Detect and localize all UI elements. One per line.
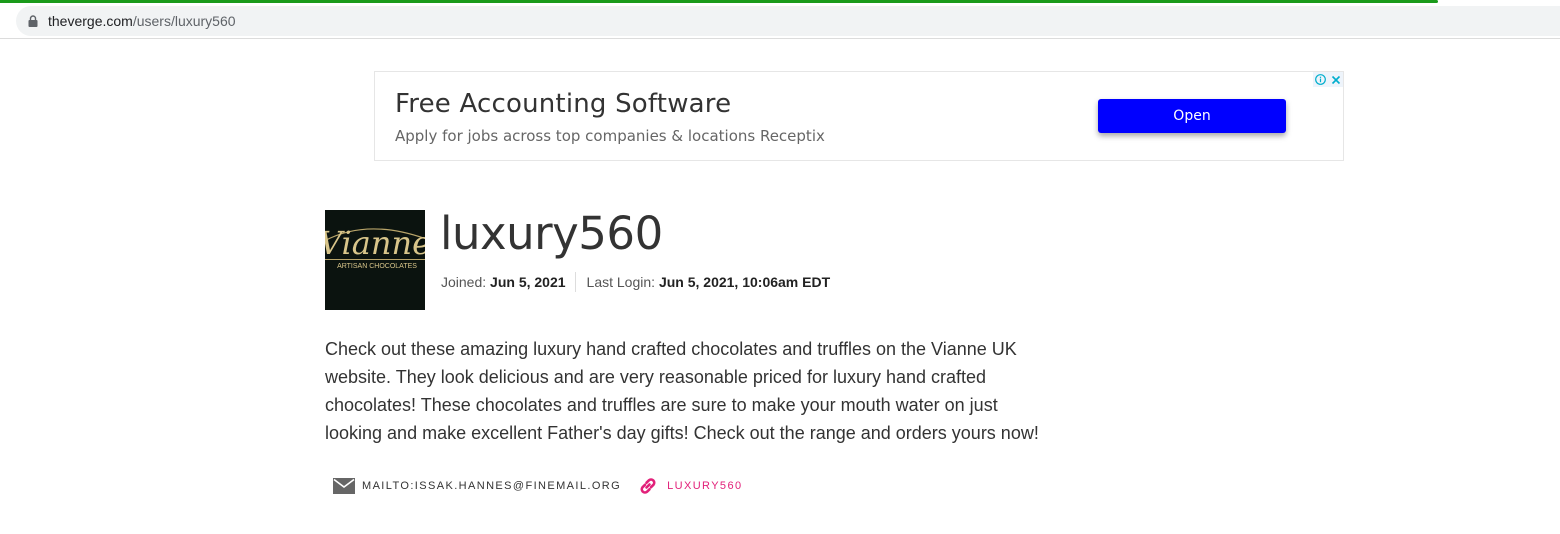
url-text: theverge.com/users/luxury560 <box>48 13 236 29</box>
avatar: Vianne ARTISAN CHOCOLATES <box>325 210 425 310</box>
website-link-text: LUXURY560 <box>667 480 743 492</box>
browser-address-bar: theverge.com/users/luxury560 <box>0 3 1560 39</box>
lock-icon <box>28 15 38 27</box>
ad-open-button[interactable]: Open <box>1098 99 1286 133</box>
profile-links: MAILTO:ISSAK.HANNES@FINEMAIL.ORG LUXURY5… <box>333 475 743 497</box>
ad-close-icon[interactable] <box>1328 72 1343 87</box>
last-login-label: Last Login: <box>586 274 656 290</box>
ad-subtitle[interactable]: Apply for jobs across top companies & lo… <box>395 127 825 145</box>
url-path: /users/luxury560 <box>132 13 236 29</box>
joined-date: Jun 5, 2021 <box>490 274 566 290</box>
ad-banner[interactable]: Free Accounting Software Apply for jobs … <box>374 71 1344 161</box>
email-link-text: MAILTO:ISSAK.HANNES@FINEMAIL.ORG <box>362 480 622 492</box>
url-field[interactable]: theverge.com/users/luxury560 <box>16 6 1560 36</box>
email-link[interactable]: MAILTO:ISSAK.HANNES@FINEMAIL.ORG <box>333 478 621 494</box>
meta-divider <box>574 272 576 292</box>
svg-text:Vianne: Vianne <box>325 224 425 262</box>
website-link[interactable]: LUXURY560 <box>637 475 742 497</box>
profile-bio: Check out these amazing luxury hand craf… <box>325 339 1039 443</box>
envelope-icon <box>333 478 355 494</box>
url-domain: theverge.com <box>48 13 133 29</box>
ad-info-icon[interactable] <box>1313 72 1328 87</box>
link-icon <box>640 478 656 494</box>
svg-text:ARTISAN CHOCOLATES: ARTISAN CHOCOLATES <box>337 263 417 270</box>
ad-choices[interactable] <box>1313 72 1343 87</box>
joined-label: Joined: <box>441 274 487 290</box>
last-login-date: Jun 5, 2021, 10:06am EDT <box>658 274 831 290</box>
ad-title[interactable]: Free Accounting Software <box>395 89 731 119</box>
profile-username: luxury560 <box>440 207 663 260</box>
vianne-logo-image: Vianne ARTISAN CHOCOLATES <box>325 210 425 310</box>
profile-meta: Joined: Jun 5, 2021 Last Login: Jun 5, 2… <box>441 272 830 292</box>
